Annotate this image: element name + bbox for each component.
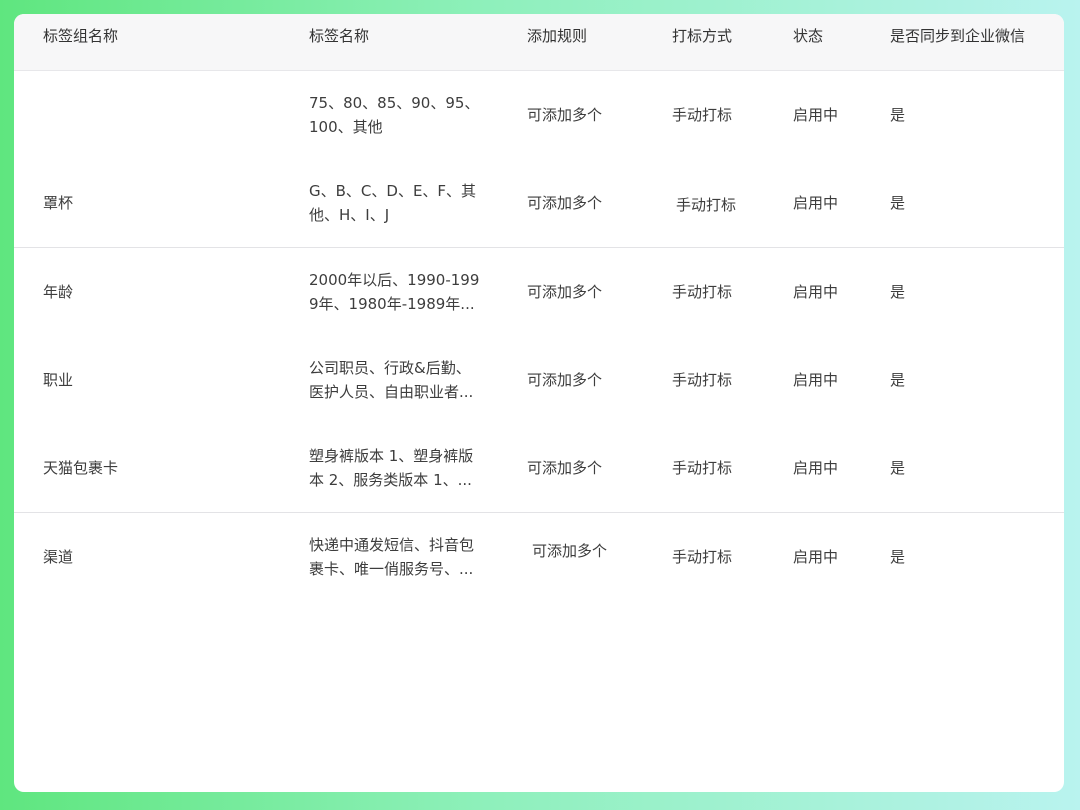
cell-tag-names: 2000年以后、1990-199 9年、1980年-1989年... [309, 268, 499, 316]
cell-sync: 是 [890, 106, 906, 124]
cell-status: 启用中 [793, 106, 839, 124]
cell-status: 启用中 [793, 459, 839, 477]
tag-names-line: G、B、C、D、E、F、其 [309, 182, 477, 200]
tag-names-line: 快递中通发短信、抖音包 [309, 536, 475, 554]
header-tag-method[interactable]: 打标方式 [672, 26, 732, 46]
cell-group-name: 天猫包裹卡 [43, 459, 119, 477]
header-tag-name[interactable]: 标签名称 [309, 26, 369, 46]
cell-status: 启用中 [793, 194, 839, 212]
cell-tag-names: G、B、C、D、E、F、其 他、H、I、J [309, 179, 499, 227]
tag-names-line: 本 2、服务类版本 1、... [309, 471, 472, 489]
cell-tag-names: 塑身裤版本 1、塑身裤版 本 2、服务类版本 1、... [309, 444, 499, 492]
tag-names-line: 9年、1980年-1989年... [309, 295, 475, 313]
cell-tag-method: 手动打标 [672, 106, 733, 124]
cell-group-name: 渠道 [43, 548, 74, 566]
table-row[interactable]: 罩杯 G、B、C、D、E、F、其 他、H、I、J 可添加多个 手动打标 启用中 … [14, 159, 1064, 248]
cell-add-rule: 可添加多个 [527, 371, 603, 389]
table-row[interactable]: 年龄 2000年以后、1990-199 9年、1980年-1989年... 可添… [14, 248, 1064, 337]
header-add-rule[interactable]: 添加规则 [527, 26, 587, 46]
table-row[interactable]: 天猫包裹卡 塑身裤版本 1、塑身裤版 本 2、服务类版本 1、... 可添加多个… [14, 424, 1064, 513]
table-row[interactable]: 75、80、85、90、95、 100、其他 可添加多个 手动打标 启用中 是 [14, 71, 1064, 160]
cell-add-rule: 可添加多个 [527, 106, 603, 124]
tag-names-line: 100、其他 [309, 118, 383, 136]
tag-table-panel: 标签组名称 标签名称 添加规则 打标方式 状态 是否同步到企业微信 75、80、… [14, 14, 1064, 792]
tag-names-line: 医护人员、自由职业者... [309, 383, 474, 401]
cell-tag-names: 公司职员、行政&后勤、 医护人员、自由职业者... [309, 356, 499, 404]
cell-tag-method: 手动打标 [672, 283, 733, 301]
tag-names-line: 2000年以后、1990-199 [309, 271, 480, 289]
tag-names-line: 裹卡、唯一俏服务号、... [309, 560, 474, 578]
cell-add-rule: 可添加多个 [527, 194, 603, 212]
tag-names-line: 他、H、I、J [309, 206, 390, 224]
cell-add-rule: 可添加多个 [527, 459, 603, 477]
cell-add-rule: 可添加多个 [527, 283, 603, 301]
cell-tag-method: 手动打标 [672, 459, 733, 477]
tag-names-line: 塑身裤版本 1、塑身裤版 [309, 447, 474, 465]
cell-tag-method: 手动打标 [672, 371, 733, 389]
table-row[interactable]: 职业 公司职员、行政&后勤、 医护人员、自由职业者... 可添加多个 手动打标 … [14, 336, 1064, 425]
cell-sync: 是 [890, 283, 906, 301]
cell-sync: 是 [890, 459, 906, 477]
header-status[interactable]: 状态 [793, 26, 823, 46]
cell-status: 启用中 [793, 371, 839, 389]
table-row[interactable]: 渠道 快递中通发短信、抖音包 裹卡、唯一俏服务号、... 可添加多个 手动打标 … [14, 513, 1064, 601]
cell-status: 启用中 [793, 283, 839, 301]
cell-group-name: 年龄 [43, 283, 74, 301]
cell-sync: 是 [890, 548, 906, 566]
cell-add-rule: 可添加多个 [532, 542, 608, 560]
cell-group-name: 罩杯 [43, 194, 74, 212]
cell-sync: 是 [890, 371, 906, 389]
tag-names-line: 75、80、85、90、95、 [309, 94, 480, 112]
cell-sync: 是 [890, 194, 906, 212]
cell-group-name: 职业 [43, 371, 74, 389]
tag-names-line: 公司职员、行政&后勤、 [309, 359, 471, 377]
cell-status: 启用中 [793, 548, 839, 566]
cell-tag-method: 手动打标 [672, 548, 733, 566]
header-group-name[interactable]: 标签组名称 [43, 26, 118, 46]
cell-tag-names: 75、80、85、90、95、 100、其他 [309, 91, 499, 139]
cell-tag-method: 手动打标 [676, 196, 737, 214]
table-header: 标签组名称 标签名称 添加规则 打标方式 状态 是否同步到企业微信 [14, 14, 1064, 71]
header-sync-wecom[interactable]: 是否同步到企业微信 [890, 26, 1025, 46]
cell-tag-names: 快递中通发短信、抖音包 裹卡、唯一俏服务号、... [309, 533, 499, 581]
